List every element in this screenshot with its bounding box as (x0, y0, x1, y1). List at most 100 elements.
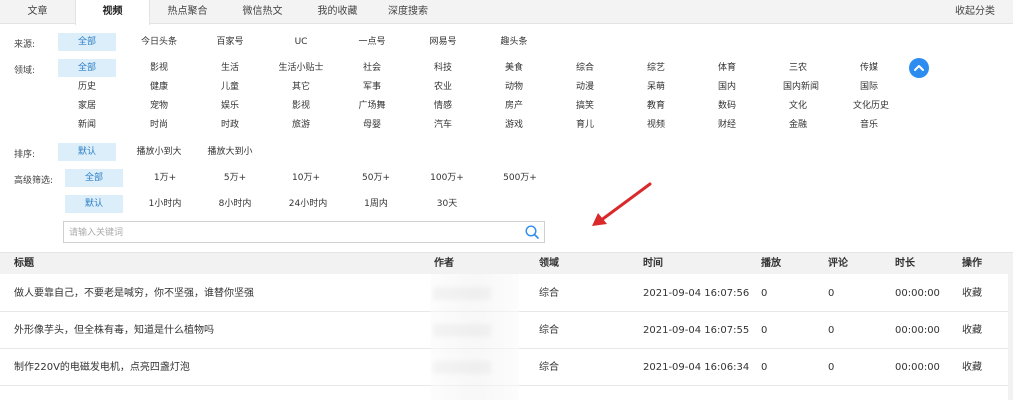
domain-option[interactable]: 综艺 (627, 59, 685, 77)
domain-option[interactable]: 全部 (58, 59, 116, 77)
domain-option[interactable]: 搞笑 (556, 97, 614, 115)
tab-wechat-hot[interactable]: 微信热文 (225, 0, 300, 24)
domain-option[interactable]: 生活小贴士 (267, 59, 335, 77)
plays-option[interactable]: 5万+ (206, 169, 264, 187)
domain-option[interactable]: 体育 (698, 59, 756, 77)
domain-option[interactable]: 健康 (130, 78, 188, 96)
domain-option[interactable]: 美食 (485, 59, 543, 77)
keyword-search-input[interactable] (64, 222, 519, 242)
plays-option[interactable]: 100万+ (418, 169, 476, 187)
domain-option[interactable]: 文化历史 (838, 97, 904, 115)
source-option[interactable]: UC (272, 33, 330, 51)
tab-my-favorites[interactable]: 我的收藏 (300, 0, 375, 24)
domain-option[interactable]: 新闻 (58, 116, 116, 134)
domain-option[interactable]: 国内 (698, 78, 756, 96)
column-header-comments[interactable]: 评论 (828, 253, 848, 275)
domain-option[interactable]: 视频 (627, 116, 685, 134)
video-title[interactable]: 外形像芋头，但全株有毒，知道是什么植物吗 (14, 312, 214, 349)
search-icon[interactable] (524, 224, 541, 241)
domain-option[interactable]: 娱乐 (201, 97, 259, 115)
favorite-button[interactable]: 收藏 (962, 349, 982, 386)
domain-option[interactable]: 儿童 (201, 78, 259, 96)
domain-option[interactable]: 生活 (201, 59, 259, 77)
domain-option[interactable]: 农业 (414, 78, 472, 96)
tab-hot-aggregate[interactable]: 热点聚合 (150, 0, 225, 24)
domain-option[interactable]: 教育 (627, 97, 685, 115)
domain-option[interactable]: 呆萌 (627, 78, 685, 96)
time-option[interactable]: 24小时内 (277, 195, 339, 213)
collapse-domain-button[interactable] (909, 58, 929, 78)
domain-option[interactable]: 育儿 (556, 116, 614, 134)
video-title[interactable]: 做人要靠自己，不要老是喊穷，你不坚强，谁替你坚强 (14, 275, 254, 312)
domain-option[interactable]: 国内新闻 (769, 78, 833, 96)
domain-option[interactable]: 金融 (769, 116, 827, 134)
time-option[interactable]: 1周内 (347, 195, 405, 213)
favorite-button[interactable]: 收藏 (962, 275, 982, 312)
domain-option[interactable]: 影视 (130, 59, 188, 77)
column-header-time[interactable]: 时间 (643, 253, 663, 275)
domain-option[interactable]: 广场舞 (343, 97, 401, 115)
domain-option[interactable]: 家居 (58, 97, 116, 115)
domain-option[interactable]: 国际 (840, 78, 898, 96)
domain-option[interactable]: 房产 (485, 97, 543, 115)
video-time: 2021-09-04 16:07:55 (643, 325, 750, 336)
domain-option[interactable]: 旅游 (272, 116, 330, 134)
column-header-author[interactable]: 作者 (434, 253, 454, 275)
domain-option[interactable]: 动漫 (556, 78, 614, 96)
column-header-duration[interactable]: 时长 (895, 253, 915, 275)
domain-option[interactable]: 其它 (272, 78, 330, 96)
plays-option[interactable]: 10万+ (277, 169, 335, 187)
domain-option[interactable]: 军事 (343, 78, 401, 96)
domain-option[interactable]: 母婴 (343, 116, 401, 134)
column-header-title[interactable]: 标题 (14, 253, 34, 275)
domain-option[interactable]: 宠物 (130, 97, 188, 115)
domain-option[interactable]: 游戏 (485, 116, 543, 134)
source-option[interactable]: 今日头条 (130, 33, 188, 51)
column-header-action: 操作 (962, 258, 982, 269)
video-time: 2021-09-04 16:07:56 (643, 288, 750, 299)
domain-option[interactable]: 三农 (769, 59, 827, 77)
plays-option[interactable]: 全部 (65, 169, 123, 187)
sort-option[interactable]: 播放大到小 (201, 143, 259, 161)
domain-option[interactable]: 时政 (201, 116, 259, 134)
domain-option[interactable]: 科技 (414, 59, 472, 77)
sort-option[interactable]: 播放小到大 (130, 143, 188, 161)
domain-option[interactable]: 社会 (343, 59, 401, 77)
sort-option[interactable]: 默认 (58, 143, 116, 161)
column-header-plays[interactable]: 播放 (761, 253, 781, 275)
video-duration: 00:00:00 (895, 288, 940, 299)
domain-option[interactable]: 历史 (58, 78, 116, 96)
domain-option[interactable]: 综合 (556, 59, 614, 77)
plays-option[interactable]: 50万+ (347, 169, 405, 187)
source-option[interactable]: 百家号 (201, 33, 259, 51)
tab-deep-search[interactable]: 深度搜索 (375, 0, 441, 24)
time-option[interactable]: 默认 (65, 195, 123, 213)
time-option[interactable]: 8小时内 (206, 195, 264, 213)
domain-option[interactable]: 情感 (414, 97, 472, 115)
collapse-categories-link[interactable]: 收起分类 (955, 0, 995, 24)
favorite-button[interactable]: 收藏 (962, 312, 982, 349)
source-option[interactable]: 一点号 (343, 33, 401, 51)
source-option[interactable]: 全部 (58, 33, 116, 51)
video-title[interactable]: 制作220V的电磁发电机，点亮四盏灯泡 (14, 349, 190, 386)
time-option[interactable]: 30天 (418, 195, 476, 213)
domain-option[interactable]: 时尚 (130, 116, 188, 134)
plays-option[interactable]: 1万+ (136, 169, 194, 187)
time-option[interactable]: 1小时内 (136, 195, 194, 213)
domain-option[interactable]: 财经 (698, 116, 756, 134)
scrollbar[interactable] (1008, 274, 1013, 400)
domain-option[interactable]: 动物 (485, 78, 543, 96)
column-header-domain[interactable]: 领域 (539, 253, 559, 275)
plays-option[interactable]: 500万+ (489, 169, 551, 187)
domain-option[interactable]: 汽车 (414, 116, 472, 134)
domain-option[interactable]: 影视 (272, 97, 330, 115)
domain-option[interactable]: 数码 (698, 97, 756, 115)
source-option[interactable]: 网易号 (414, 33, 472, 51)
domain-option[interactable]: 文化 (769, 97, 827, 115)
domain-option[interactable]: 传媒 (840, 59, 898, 77)
video-comments: 0 (828, 362, 835, 373)
domain-option[interactable]: 音乐 (840, 116, 898, 134)
tab-videos[interactable]: 视频 (75, 0, 150, 25)
source-option[interactable]: 趣头条 (485, 33, 543, 51)
tab-articles[interactable]: 文章 (0, 0, 75, 24)
